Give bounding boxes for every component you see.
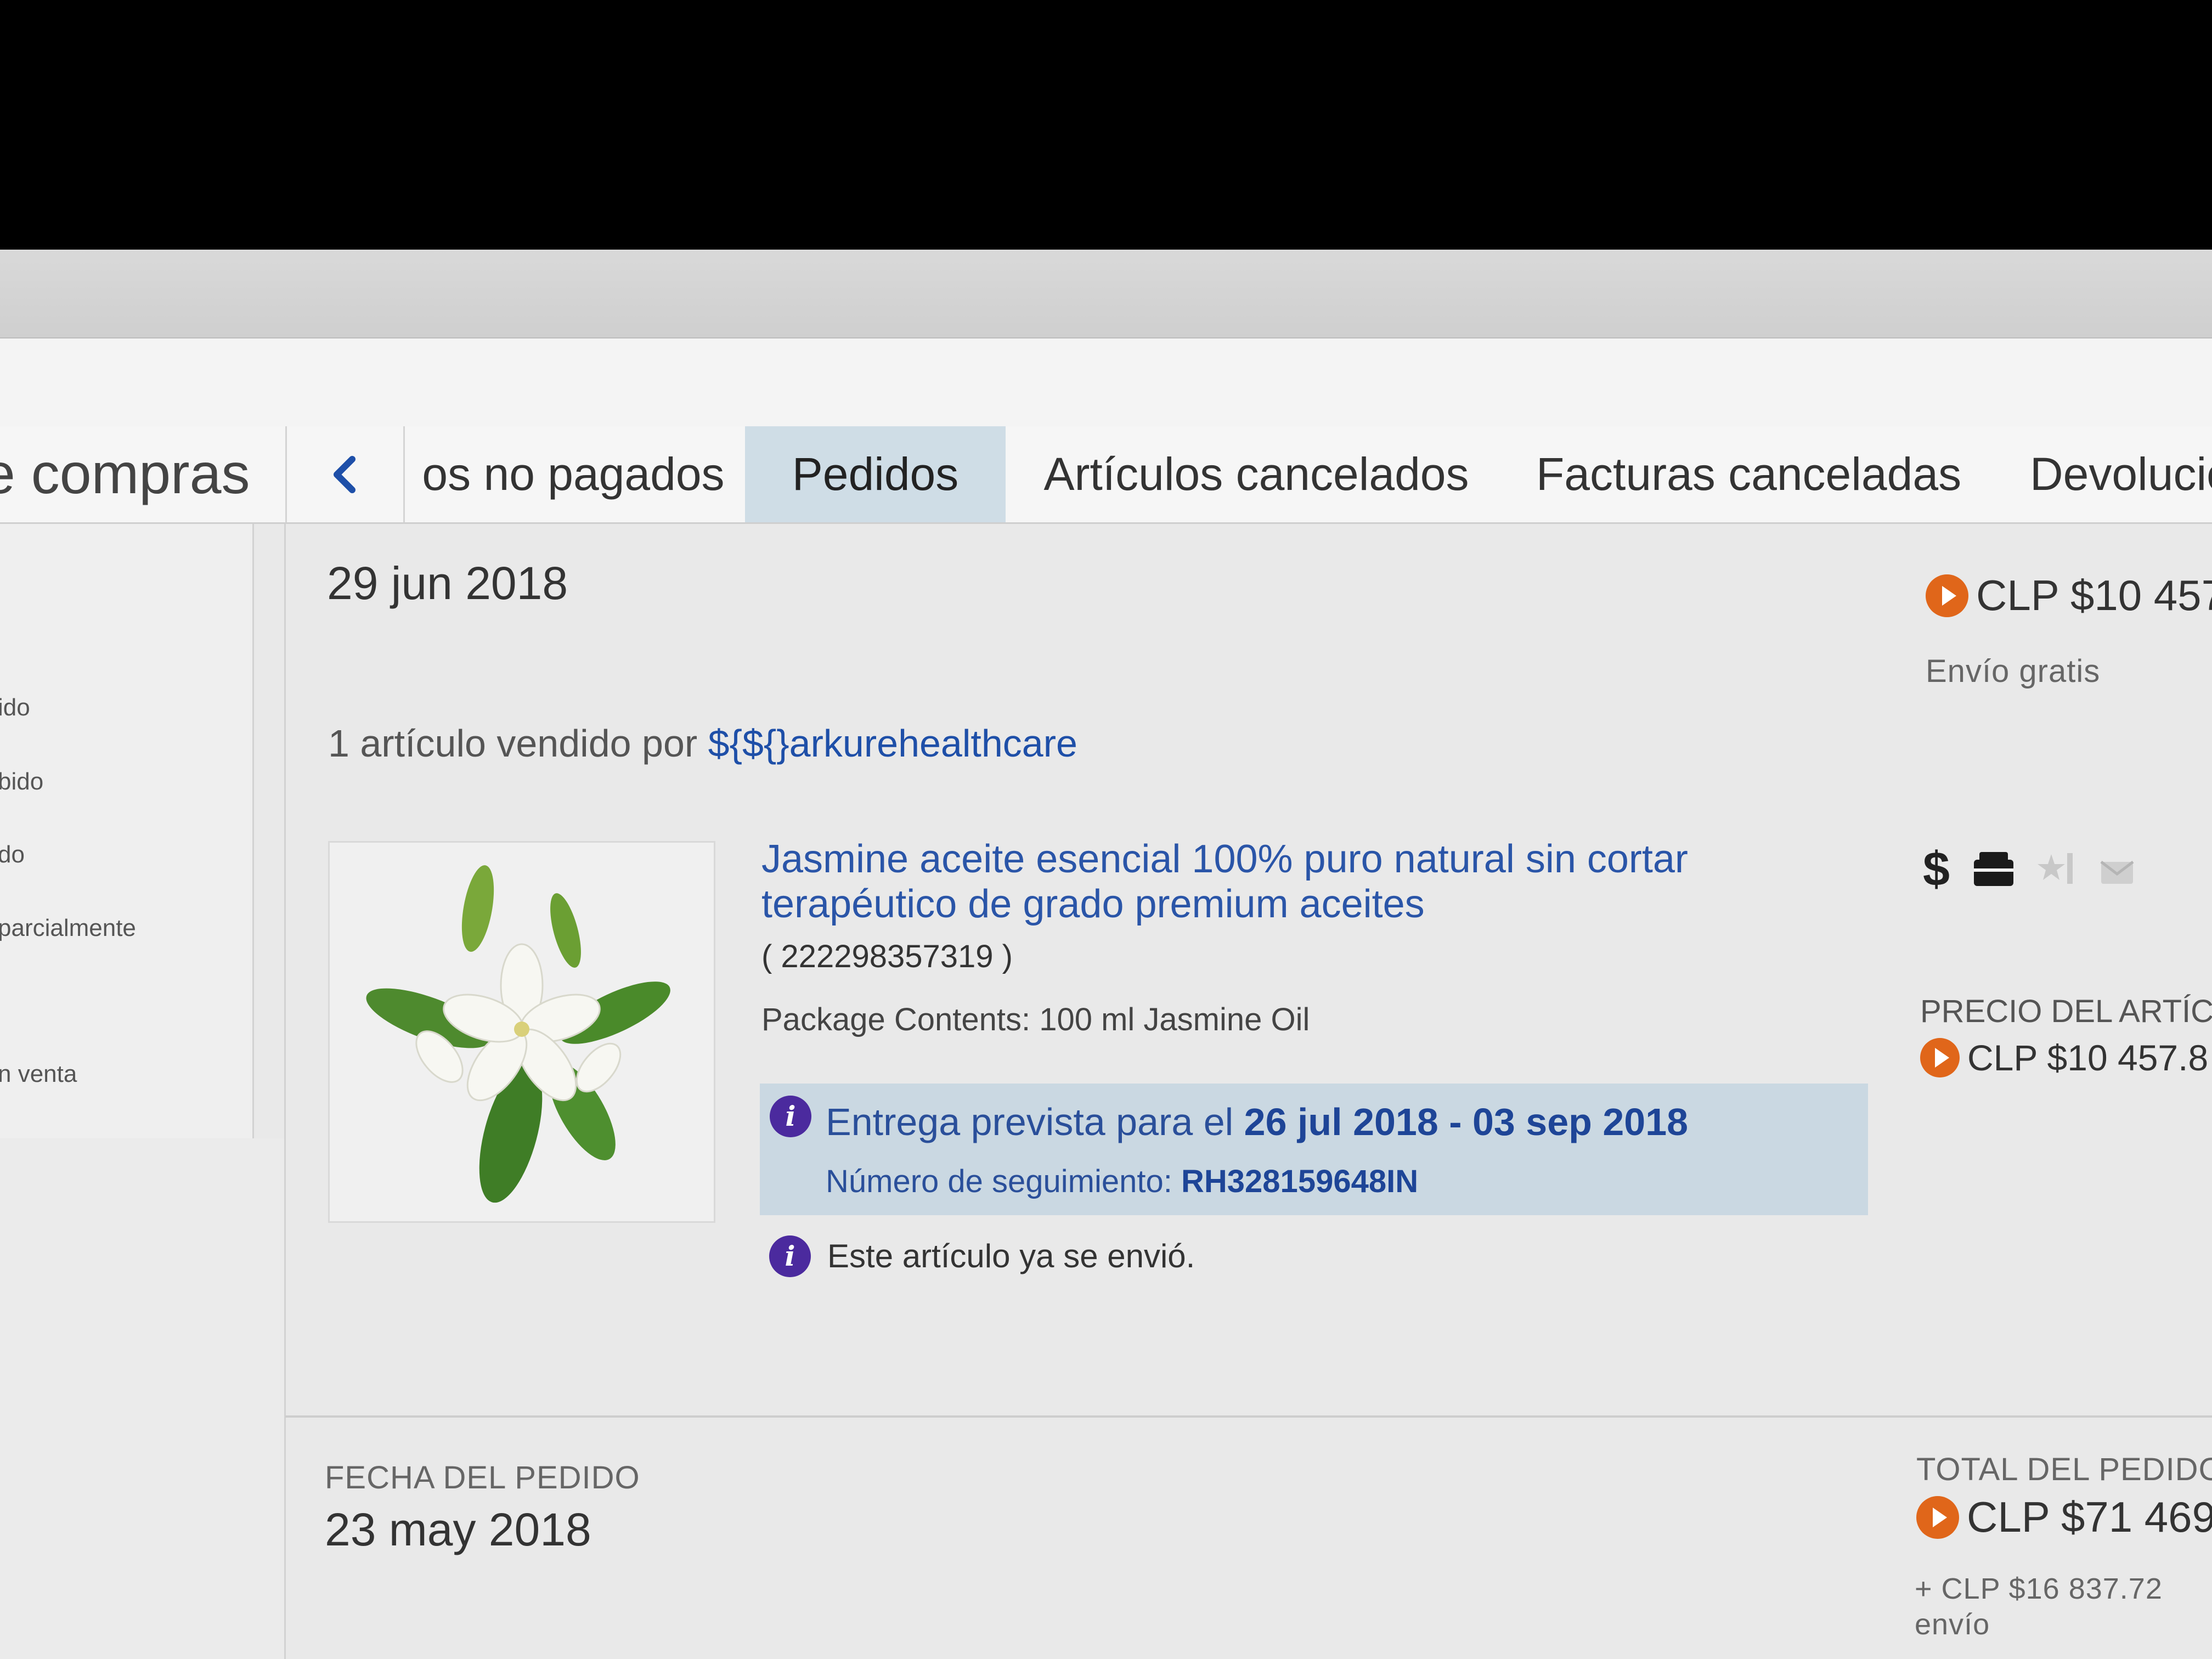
sidebar-item[interactable]: n venta <box>0 1060 77 1088</box>
tracking-number: Número de seguimiento: RH328159648IN <box>826 1164 1419 1199</box>
package-icon <box>1973 852 2013 886</box>
status-icons: $ <box>1923 841 2136 897</box>
delivery-info-box: i Entrega prevista para el 26 jul 2018 -… <box>760 1084 1868 1215</box>
browser-toolbar <box>0 250 2212 338</box>
tracking-number-link[interactable]: RH328159648IN <box>1181 1164 1418 1199</box>
seller-link[interactable]: ${${}arkurehealthcare <box>708 722 1077 765</box>
ebay-bucks-icon <box>1916 1496 1959 1539</box>
package-contents: Package Contents: 100 ml Jasmine Oil <box>761 1002 1310 1037</box>
content-divider <box>284 524 286 1659</box>
item-price-label: PRECIO DEL ARTÍCU <box>1920 994 2212 1029</box>
order-divider <box>285 1415 2212 1418</box>
delivery-estimate: Entrega prevista para el 26 jul 2018 - 0… <box>826 1101 1689 1143</box>
sidebar-item[interactable]: do <box>0 841 25 868</box>
order-date: 29 jun 2018 <box>327 557 568 609</box>
info-icon: i <box>770 1096 811 1137</box>
order-date-label: FECHA DEL PEDIDO <box>325 1460 640 1496</box>
shipping-cost: + CLP $16 837.72 <box>1915 1572 2163 1605</box>
shipping-cost-suffix: envío <box>1915 1608 1990 1641</box>
tab-cancelled-items[interactable]: Artículos cancelados <box>1031 426 1481 522</box>
order-total: CLP $71 469. <box>1916 1492 2212 1542</box>
tab-cancelled-invoices[interactable]: Facturas canceladas <box>1536 426 1961 522</box>
ebay-bucks-icon <box>1920 1038 1960 1077</box>
page-title: e compras <box>0 426 287 522</box>
ebay-bucks-icon <box>1926 574 1968 617</box>
sidebar: ido bido do parcialmente n venta <box>0 524 254 1140</box>
feedback-star-icon[interactable] <box>2037 850 2076 888</box>
sidebar-item[interactable]: parcialmente <box>0 915 136 942</box>
tab-unpaid[interactable]: os no pagados <box>403 426 743 522</box>
product-image[interactable] <box>328 841 715 1223</box>
tab-prev-button[interactable] <box>285 426 405 522</box>
sidebar-item[interactable]: bido <box>0 768 43 795</box>
item-price: CLP $10 457.8 <box>1920 1037 2208 1079</box>
info-icon: i <box>769 1235 811 1277</box>
dollar-icon: $ <box>1923 842 1950 896</box>
item-number: ( 222298357319 ) <box>761 939 1013 974</box>
shipping-info: Envío gratis <box>1926 653 2101 689</box>
chevron-left-icon <box>333 455 356 493</box>
shipping-icon <box>2100 861 2134 884</box>
order-date: 23 may 2018 <box>325 1504 591 1555</box>
jasmine-flower-image <box>366 865 670 1203</box>
screen: e compras os no pagados Pedidos Artículo… <box>0 250 2212 1659</box>
tab-returns[interactable]: Devolucio <box>2030 426 2212 522</box>
order-total: CLP $10 457 <box>1926 571 2212 620</box>
left-column <box>0 1138 285 1659</box>
shipped-note: Este artículo ya se envió. <box>827 1238 1195 1274</box>
tab-bar: e compras os no pagados Pedidos Artículo… <box>0 426 2212 524</box>
sidebar-item[interactable]: ido <box>0 694 30 721</box>
page-header-strip <box>0 338 2212 428</box>
tab-orders[interactable]: Pedidos <box>745 426 1006 522</box>
seller-line: 1 artículo vendido por ${${}arkurehealth… <box>328 722 1077 765</box>
order-total-label: TOTAL DEL PEDIDO <box>1916 1452 2212 1487</box>
product-title-link[interactable]: Jasmine aceite esencial 100% puro natura… <box>761 837 1749 927</box>
